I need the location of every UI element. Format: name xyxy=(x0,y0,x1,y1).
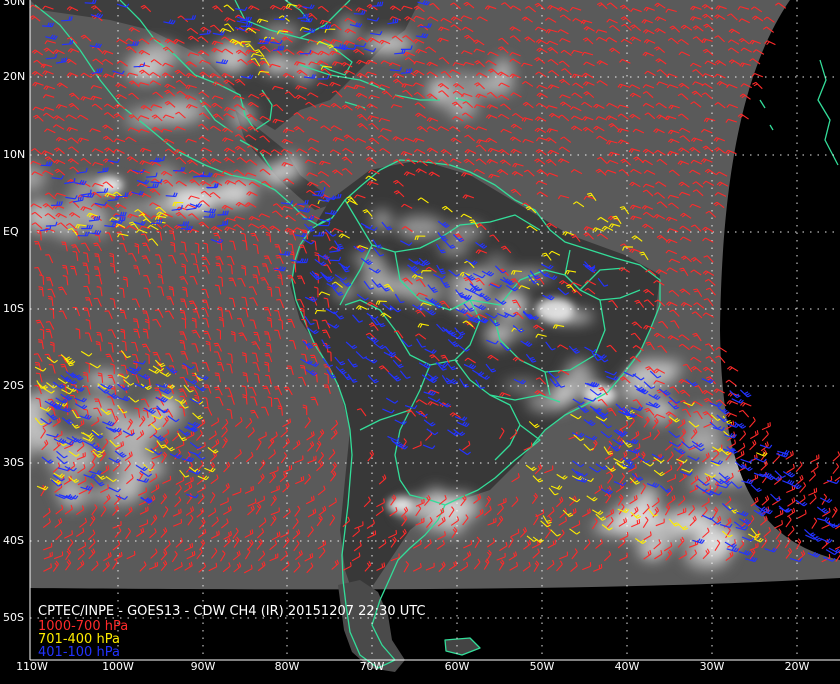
cloud-patch xyxy=(276,154,303,182)
lon-label-70w: 70W xyxy=(359,660,385,673)
cloud-patch xyxy=(552,384,574,407)
cloud-patch xyxy=(462,267,499,278)
lon-label-80w: 80W xyxy=(274,660,300,673)
cloud-patch xyxy=(683,406,724,440)
lat-label-20s: 20S xyxy=(3,379,24,392)
lat-label-50s: 50S xyxy=(3,611,24,624)
lon-label-40w: 40W xyxy=(614,660,640,673)
cloud-patch xyxy=(372,209,392,232)
cloud-patch xyxy=(445,222,484,240)
satellite-wind-map: 30N 20N 10N EQ 10S 20S 30S 40S 50S 110W … xyxy=(0,0,840,680)
cloud-patch xyxy=(213,40,250,74)
legend-upper-level: 401-100 hPa xyxy=(38,645,120,660)
lat-label-30n: 30N xyxy=(3,0,26,8)
lon-label-90w: 90W xyxy=(190,660,216,673)
lon-label-30w: 30W xyxy=(699,660,725,673)
cloud-patch xyxy=(139,41,179,69)
lon-label-110w: 110W xyxy=(16,660,48,673)
lon-label-50w: 50W xyxy=(529,660,555,673)
lat-label-10n: 10N xyxy=(3,148,26,161)
lon-label-60w: 60W xyxy=(444,660,470,673)
cloud-patch xyxy=(485,254,509,267)
lat-label-10s: 10S xyxy=(3,302,24,315)
product-title: CPTEC/INPE - GOES13 - CDW CH4 (IR) 20151… xyxy=(38,604,426,619)
map-canvas xyxy=(0,0,840,680)
cloud-patch xyxy=(484,322,512,348)
lon-label-100w: 100W xyxy=(102,660,134,673)
cloud-patch xyxy=(437,71,484,103)
cloud-patch xyxy=(142,200,192,213)
lon-label-20w: 20W xyxy=(784,660,810,673)
lat-label-20n: 20N xyxy=(3,70,26,83)
bright-cloud-top xyxy=(535,298,575,322)
lat-label-eq: EQ xyxy=(3,225,19,238)
lat-label-40s: 40S xyxy=(3,534,24,547)
cloud-patch xyxy=(438,243,470,256)
cloud-patch xyxy=(157,97,206,124)
lat-label-30s: 30S xyxy=(3,456,24,469)
